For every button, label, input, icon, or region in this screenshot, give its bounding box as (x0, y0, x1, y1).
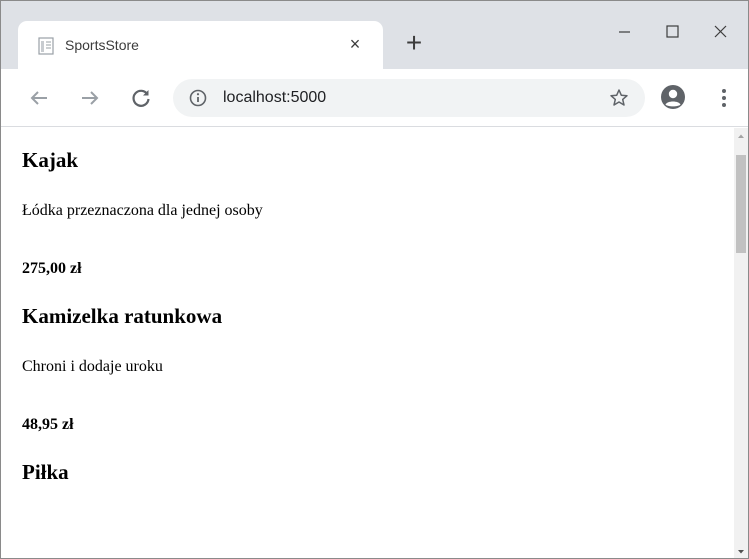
page-viewport: Kajak Łódka przeznaczona dla jednej osob… (1, 128, 734, 558)
product-description: Chroni i dodaje uroku (22, 358, 163, 375)
tab-sportsstore[interactable]: SportsStore × (18, 21, 383, 71)
browser-toolbar: localhost:5000 (1, 69, 748, 127)
product-name: Piłka (22, 460, 69, 484)
scrollbar-thumb[interactable] (736, 155, 746, 253)
tab-title: SportsStore (65, 37, 139, 53)
back-arrow-icon[interactable] (27, 86, 51, 110)
product-item: Kajak Łódka przeznaczona dla jednej osob… (22, 143, 734, 279)
vertical-scrollbar[interactable] (734, 128, 748, 559)
product-price: 275,00 zł (22, 260, 82, 277)
tab-strip: SportsStore × + (1, 1, 748, 71)
product-item: Kamizelka ratunkowa Chroni i dodaje urok… (22, 299, 734, 435)
product-description: Łódka przeznaczona dla jednej osoby (22, 202, 263, 219)
url-text[interactable]: localhost:5000 (223, 89, 326, 107)
new-tab-button[interactable]: + (401, 29, 427, 57)
star-icon[interactable] (609, 88, 629, 108)
minimize-icon[interactable] (601, 15, 647, 47)
address-bar[interactable]: localhost:5000 (173, 79, 645, 117)
tab-close-icon[interactable]: × (343, 32, 367, 56)
product-item: Piłka (22, 455, 734, 490)
scroll-up-arrow-icon[interactable] (734, 128, 748, 144)
product-list: Kajak Łódka przeznaczona dla jednej osob… (1, 128, 734, 490)
maximize-icon[interactable] (649, 15, 695, 47)
scroll-down-arrow-icon[interactable] (734, 544, 748, 559)
page-icon (38, 37, 54, 55)
kebab-menu-icon[interactable] (719, 86, 729, 110)
browser-window: SportsStore × + localhost:5000 Kajak Łód… (0, 0, 749, 559)
reload-icon[interactable] (129, 86, 153, 110)
profile-icon[interactable] (660, 84, 686, 110)
forward-arrow-icon[interactable] (78, 86, 102, 110)
product-name: Kamizelka ratunkowa (22, 304, 223, 328)
product-price: 48,95 zł (22, 416, 74, 433)
product-name: Kajak (22, 148, 79, 172)
close-icon[interactable] (697, 15, 743, 47)
info-icon[interactable] (189, 89, 207, 107)
